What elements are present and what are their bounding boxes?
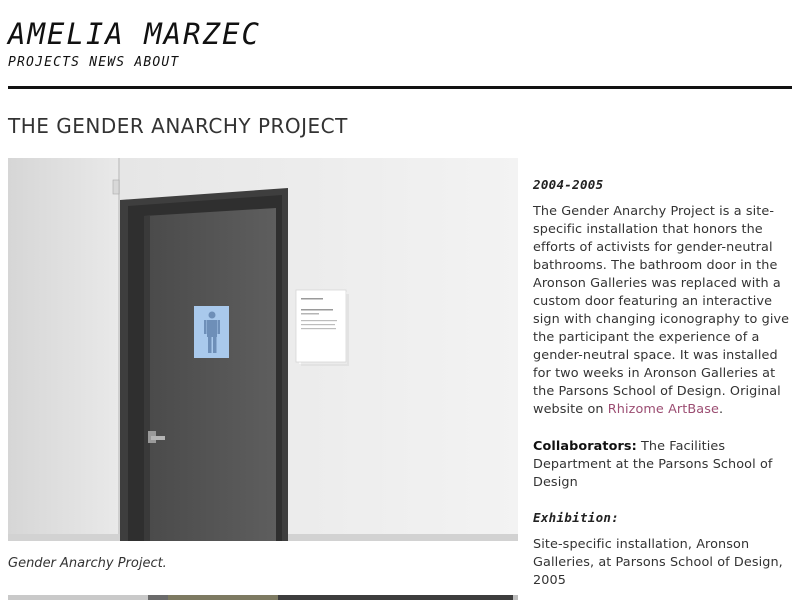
exhibition-heading: Exhibition: xyxy=(533,510,620,525)
header-divider xyxy=(8,86,792,89)
page-title: THE GENDER ANARCHY PROJECT xyxy=(8,114,348,138)
site-title[interactable]: AMELIA MARZEC xyxy=(8,16,261,52)
collaborators-label: Collaborators: xyxy=(533,439,637,454)
rhizome-artbase-link[interactable]: Rhizome ArtBase xyxy=(608,402,719,417)
project-description: The Gender Anarchy Project is a site-spe… xyxy=(533,203,795,419)
door-installation-image xyxy=(8,158,518,541)
exhibition-text: Site-specific installation, Aronson Gall… xyxy=(533,537,783,588)
project-photo[interactable] xyxy=(8,158,518,541)
description-end: . xyxy=(718,402,724,417)
thumbnail-strip-image xyxy=(8,595,518,600)
main-nav: PROJECTS NEWS ABOUT xyxy=(8,55,179,71)
project-years: 2004-2005 xyxy=(533,177,604,192)
image-caption: Gender Anarchy Project. xyxy=(8,556,167,571)
nav-link-news[interactable]: NEWS xyxy=(89,55,125,71)
gallery-thumbnails[interactable] xyxy=(8,590,518,600)
nav-link-projects[interactable]: PROJECTS xyxy=(8,55,80,71)
collaborators: Collaborators: The Facilities Department… xyxy=(533,438,795,492)
nav-link-about[interactable]: ABOUT xyxy=(134,55,179,71)
description-text: The Gender Anarchy Project is a site-spe… xyxy=(533,204,790,417)
project-info: 2004-2005 The Gender Anarchy Project is … xyxy=(533,176,795,590)
